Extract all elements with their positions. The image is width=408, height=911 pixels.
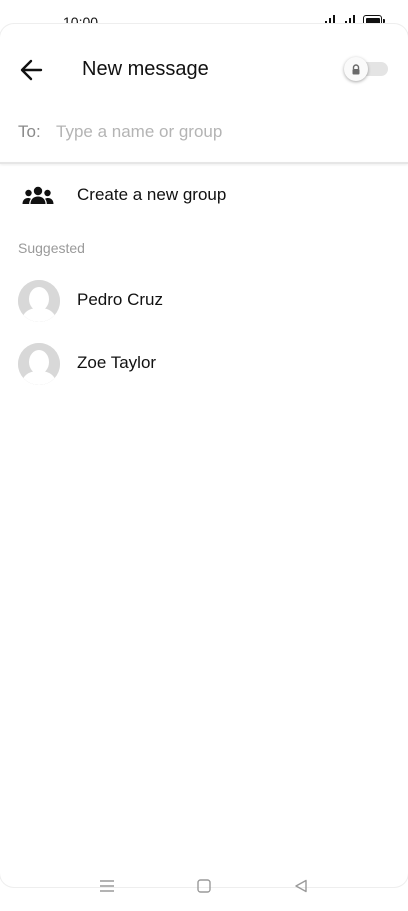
- recipient-row: To:: [0, 108, 408, 156]
- toggle-knob: [344, 57, 368, 81]
- recipient-label: To:: [18, 122, 41, 141]
- page-title: New message: [82, 58, 209, 80]
- system-nav-bar: [0, 868, 408, 904]
- secret-conversation-toggle[interactable]: [344, 57, 388, 81]
- contact-name: Pedro Cruz: [77, 290, 163, 309]
- create-group-label: Create a new group: [77, 185, 227, 204]
- create-group-button[interactable]: Create a new group: [0, 176, 408, 216]
- nav-home-button[interactable]: [194, 876, 214, 896]
- back-triangle-icon: [295, 879, 307, 893]
- contact-row[interactable]: Pedro Cruz: [0, 278, 408, 326]
- contact-name: Zoe Taylor: [77, 353, 157, 372]
- header-divider: [0, 162, 408, 164]
- person-avatar-icon: [18, 343, 60, 385]
- contact-row[interactable]: Zoe Taylor: [0, 341, 408, 389]
- back-button[interactable]: [18, 56, 46, 84]
- suggested-section-label: Suggested: [18, 240, 85, 256]
- nav-menu-button[interactable]: [97, 876, 117, 896]
- group-icon: [22, 186, 54, 204]
- recipient-input[interactable]: [56, 116, 376, 148]
- home-square-icon: [197, 879, 211, 893]
- nav-back-button[interactable]: [291, 876, 311, 896]
- person-avatar-icon: [18, 280, 60, 322]
- back-arrow-icon: [20, 59, 43, 81]
- header: New message: [0, 48, 408, 92]
- menu-icon: [100, 880, 114, 892]
- lock-icon: [352, 63, 360, 74]
